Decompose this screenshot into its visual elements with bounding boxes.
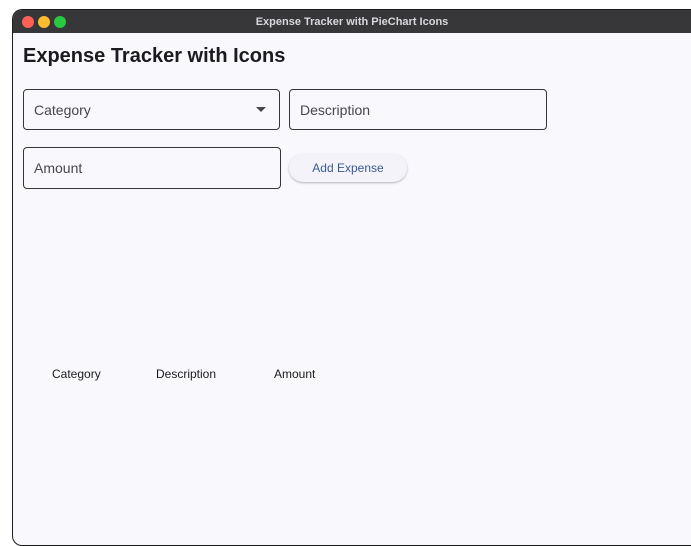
page-title: Expense Tracker with Icons <box>23 45 286 67</box>
column-header-amount: Amount <box>274 367 316 381</box>
description-placeholder: Description <box>300 101 371 118</box>
amount-placeholder: Amount <box>34 160 83 176</box>
app-window: Expense Tracker with PieChart Icons Expe… <box>12 9 691 546</box>
dropdown-arrow-icon <box>256 107 266 112</box>
maximize-window-button[interactable] <box>54 16 66 28</box>
title-bar: Expense Tracker with PieChart Icons <box>13 10 691 33</box>
column-header-description: Description <box>156 367 217 381</box>
column-header-category: Category <box>52 367 101 381</box>
add-expense-button[interactable]: Add Expense <box>289 154 407 182</box>
description-input[interactable]: Description <box>289 89 547 130</box>
window-title: Expense Tracker with PieChart Icons <box>255 15 449 28</box>
minimize-window-button[interactable] <box>38 16 50 28</box>
amount-input[interactable]: Amount <box>23 147 281 189</box>
category-dropdown[interactable]: Category <box>23 89 280 130</box>
category-placeholder: Category <box>34 101 91 118</box>
close-window-button[interactable] <box>22 16 34 28</box>
